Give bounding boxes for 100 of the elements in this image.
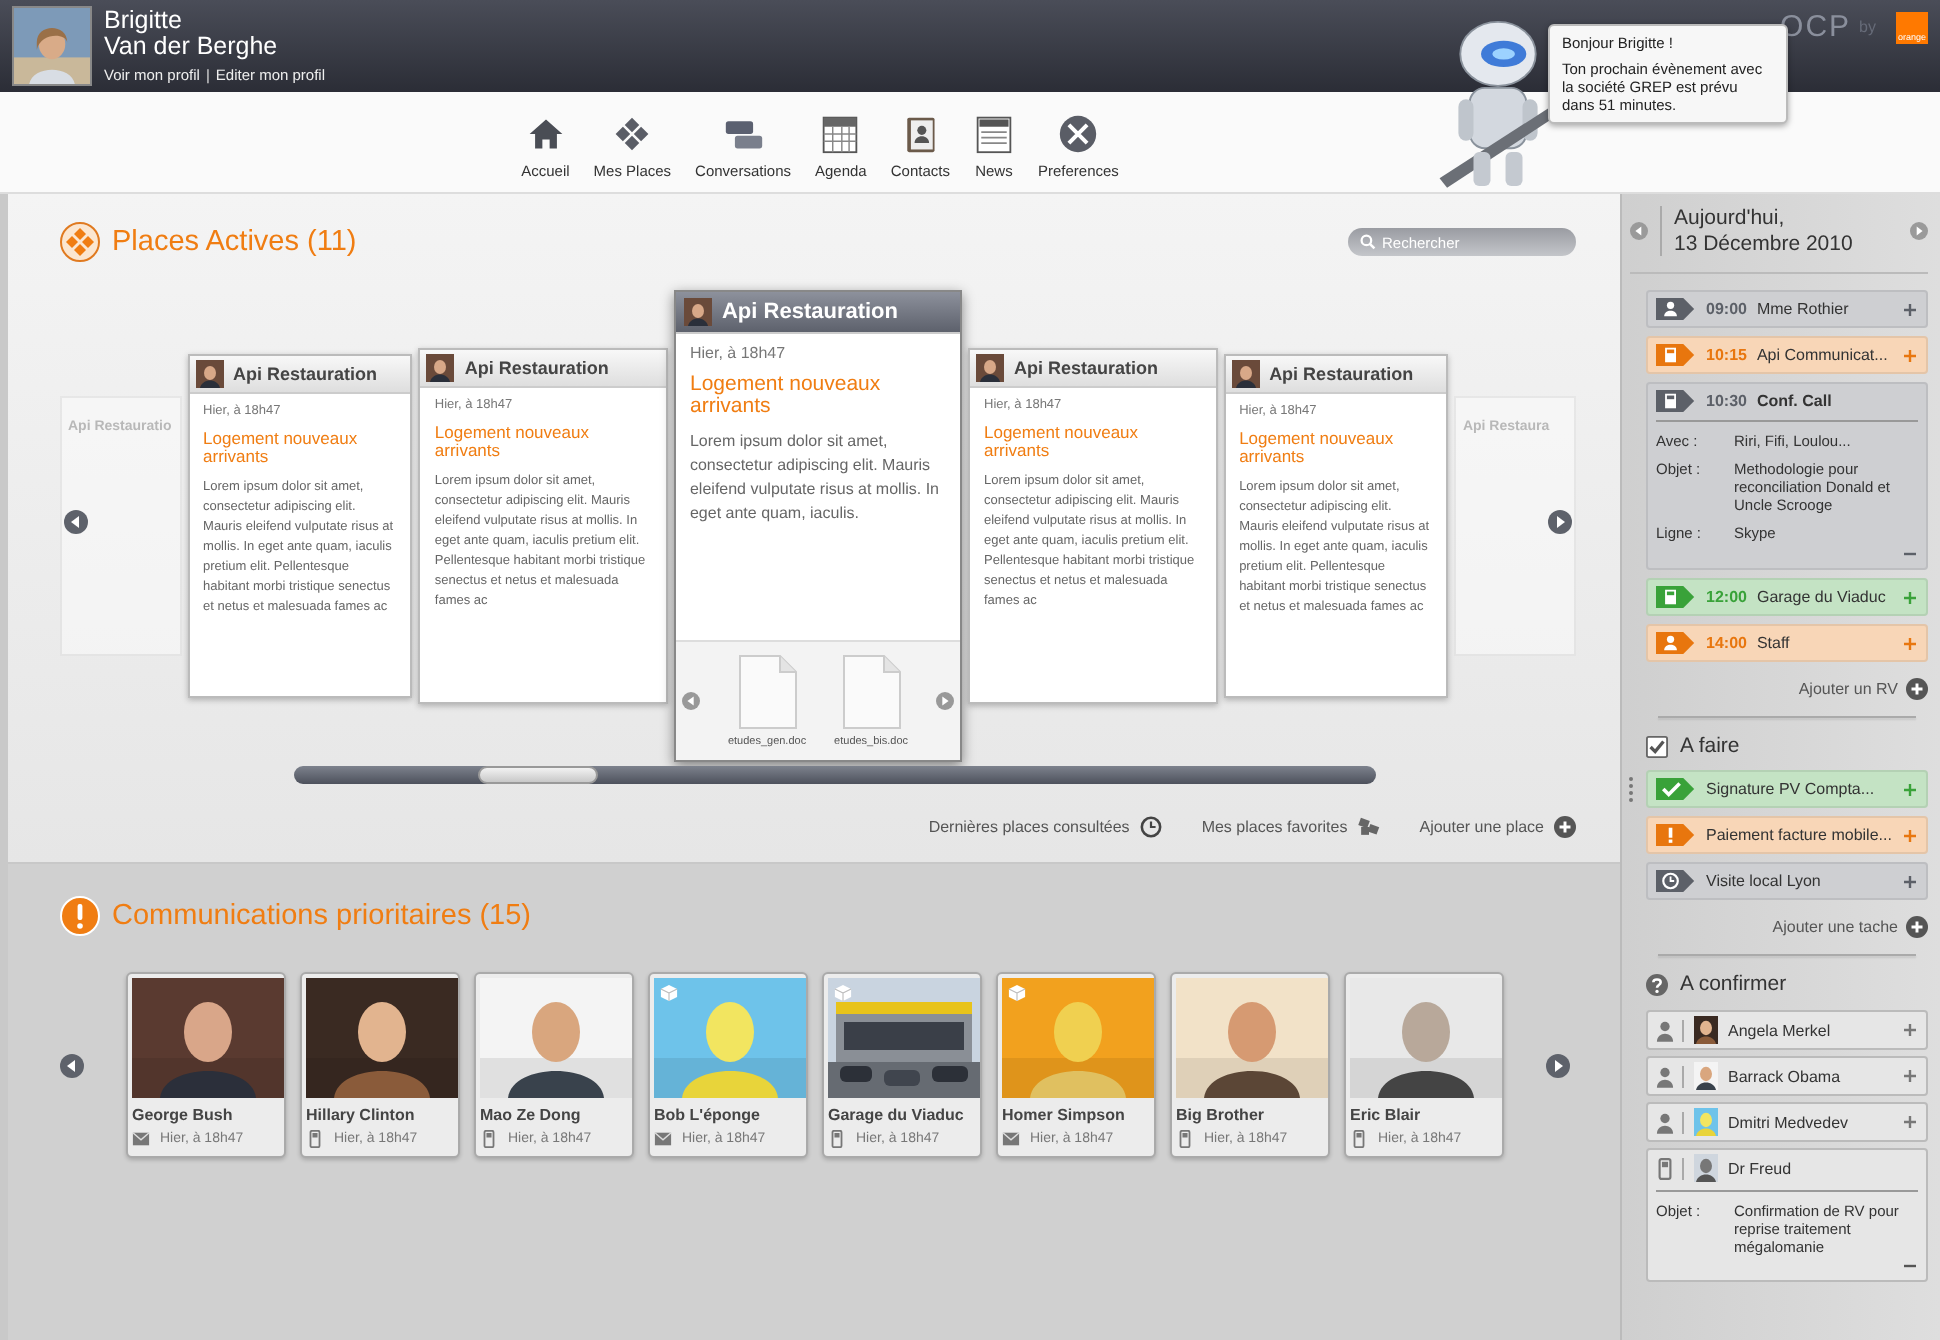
expand-icon[interactable] [1904, 304, 1916, 316]
add-icon [1906, 916, 1928, 938]
next-icon[interactable] [1546, 1053, 1570, 1077]
home-icon [525, 114, 566, 154]
phone-icon [1176, 1130, 1194, 1148]
card-date: Hier, à 18h47 [689, 344, 788, 362]
add-appointment-button[interactable]: Ajouter un RV [1798, 678, 1928, 700]
expand-icon[interactable] [1904, 350, 1916, 362]
previous-icon[interactable] [1630, 222, 1648, 240]
event-time: 10:15 [1706, 346, 1747, 364]
date-heading: Aujourd'hui, 13 Décembre 2010 [1660, 206, 1898, 256]
place-card[interactable] [968, 348, 1218, 704]
section-title: A confirmer [1680, 972, 1787, 996]
expand-icon[interactable] [1904, 876, 1916, 888]
card-title: Api Restauration [1014, 358, 1159, 378]
next-icon[interactable] [1548, 510, 1572, 534]
expand-icon[interactable] [1904, 592, 1916, 604]
places-icon [612, 114, 653, 154]
clock-icon [1139, 816, 1162, 838]
place-card[interactable] [1223, 354, 1449, 698]
settings-icon [1058, 114, 1099, 154]
event-title: Conf. Call [1756, 392, 1832, 410]
calendar-icon [820, 114, 861, 154]
agenda-item[interactable]: 09:00 Mme Rothier [1646, 290, 1928, 328]
event-time: 14:00 [1706, 634, 1747, 652]
collapse-icon[interactable] [1904, 1260, 1916, 1272]
card-headline: Logement nouveaux arrivants [984, 424, 1141, 460]
news-icon [973, 114, 1014, 154]
section-title: Communications prioritaires (15) [112, 900, 532, 932]
task-title: Signature PV Compta... [1706, 780, 1875, 798]
task-item[interactable]: Paiement facture mobile... [1646, 816, 1928, 854]
phone-icon [1350, 1130, 1368, 1148]
contact-name: Bob L'éponge [654, 1106, 763, 1124]
place-card[interactable] [673, 290, 962, 762]
section-title: Places Actives (11) [112, 226, 357, 258]
task-title: Paiement facture mobile... [1706, 826, 1892, 844]
places-icon [60, 222, 100, 262]
contact-name: Garage du Viaduc [828, 1106, 966, 1124]
phone-icon [480, 1130, 498, 1148]
help-icon [1646, 973, 1668, 995]
collapse-icon[interactable] [1904, 548, 1916, 560]
card-headline: Logement nouveaux arrivants [1239, 430, 1396, 466]
add-place-button[interactable]: Ajouter une place [1419, 816, 1576, 838]
expand-icon[interactable] [1904, 1116, 1916, 1128]
event-time: 12:00 [1706, 588, 1747, 606]
card-headline: Logement nouveaux arrivants [689, 374, 883, 418]
card-title: Api Restauration [1269, 364, 1414, 384]
contact-name: Dmitri Medvedev [1728, 1113, 1849, 1131]
card-title: Api Restauration [721, 300, 898, 324]
card-headline: Logement nouveaux arrivants [203, 430, 360, 466]
add-task-button[interactable]: Ajouter une tache [1772, 916, 1928, 938]
scrollbar[interactable] [294, 766, 1376, 784]
confirmation-item[interactable]: Angela Merkel [1646, 1010, 1928, 1050]
recent-places-link[interactable]: Dernières places consultées [928, 816, 1162, 838]
event-title: Mme Rothier [1756, 300, 1849, 318]
previous-icon[interactable] [681, 692, 700, 710]
person-icon [1656, 1065, 1684, 1087]
event-time: 09:00 [1706, 300, 1747, 318]
card-text: Lorem ipsum dolor sit amet, consectetur adipiscing elit. Mauris eleifend vulputate risus at mollis. In eget ante quam, iaculis. [689, 430, 941, 526]
contact-name: Angela Merkel [1728, 1021, 1831, 1039]
contact-name: Eric Blair [1350, 1106, 1423, 1124]
contact-name: Mao Ze Dong [480, 1106, 583, 1124]
agenda-item[interactable]: 12:00 Garage du Viaduc [1646, 578, 1928, 616]
phone-icon [1656, 1157, 1684, 1179]
previous-icon[interactable] [64, 510, 88, 534]
expand-icon[interactable] [1904, 1024, 1916, 1036]
expand-icon[interactable] [1904, 784, 1916, 796]
event-title: Api Communicat... [1756, 346, 1888, 364]
next-icon[interactable] [1910, 222, 1928, 240]
agenda-item[interactable]: 10:15 Api Communicat... [1646, 336, 1928, 374]
previous-icon[interactable] [60, 1053, 84, 1077]
contact-name: Big Brother [1176, 1106, 1266, 1124]
expand-icon[interactable] [1904, 638, 1916, 650]
phone-icon [828, 1130, 846, 1148]
envelope-icon [132, 1130, 150, 1148]
section-title: A faire [1680, 734, 1740, 758]
place-card[interactable] [418, 348, 668, 704]
event-title: Staff [1756, 634, 1790, 652]
place-card[interactable] [187, 354, 413, 698]
person-icon [1656, 1111, 1684, 1133]
card-title: Api Restauration [233, 364, 378, 384]
drag-handle-icon[interactable] [1628, 776, 1634, 804]
cubes-icon [1357, 816, 1380, 838]
contact-name: Dr Freud [1728, 1159, 1792, 1177]
person-icon [1656, 1019, 1684, 1041]
favorites-link[interactable]: Mes places favorites [1201, 816, 1380, 838]
contact-name: Homer Simpson [1002, 1106, 1127, 1124]
agenda-item[interactable]: 14:00 Staff [1646, 624, 1928, 662]
next-icon[interactable] [936, 692, 954, 710]
task-item[interactable]: Visite local Lyon [1646, 862, 1928, 900]
checkbox[interactable] [1646, 735, 1668, 757]
expand-icon[interactable] [1904, 1070, 1916, 1082]
phone-icon [306, 1130, 324, 1148]
confirmation-item[interactable]: Barrack Obama [1646, 1056, 1928, 1096]
envelope-icon [1002, 1130, 1020, 1148]
alert-icon [60, 896, 100, 936]
card-title: Api Restauration [464, 358, 609, 378]
task-item[interactable]: Signature PV Compta... [1646, 770, 1928, 808]
expand-icon[interactable] [1904, 830, 1916, 842]
confirmation-item[interactable]: Dmitri Medvedev [1646, 1102, 1928, 1142]
